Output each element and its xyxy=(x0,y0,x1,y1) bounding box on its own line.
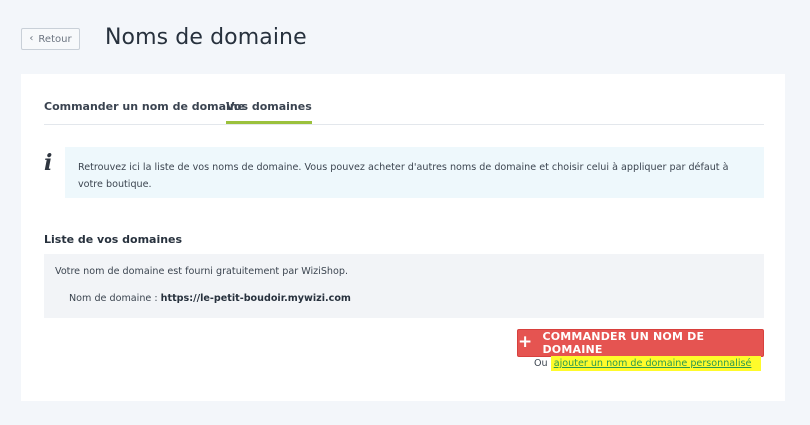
tab-bar: Commander un nom de domaine Vos domaines xyxy=(44,100,764,125)
add-custom-domain-link[interactable]: ajouter un nom de domaine personnalisé xyxy=(550,356,762,371)
custom-domain-line: Ou ajouter un nom de domaine personnalis… xyxy=(534,356,762,371)
or-text: Ou xyxy=(534,358,548,369)
chevron-left-icon: ‹ xyxy=(29,33,34,44)
info-message: Retrouvez ici la liste de vos noms de do… xyxy=(65,147,764,198)
domains-card: Commander un nom de domaine Vos domaines… xyxy=(21,74,785,401)
order-domain-button[interactable]: + COMMANDER UN NOM DE DOMAINE xyxy=(517,329,764,357)
domain-value: https://le-petit-boudoir.mywizi.com xyxy=(160,293,351,304)
tab-order-domain[interactable]: Commander un nom de domaine xyxy=(44,100,245,113)
order-domain-button-label: COMMANDER UN NOM DE DOMAINE xyxy=(542,330,705,356)
domain-item: Nom de domaine : https://le-petit-boudoi… xyxy=(69,293,351,304)
domain-label: Nom de domaine : xyxy=(69,293,158,304)
tab-my-domains[interactable]: Vos domaines xyxy=(226,100,312,124)
back-button[interactable]: ‹ Retour xyxy=(21,28,80,50)
domain-note: Votre nom de domaine est fourni gratuite… xyxy=(55,266,349,277)
domain-list: Votre nom de domaine est fourni gratuite… xyxy=(44,254,764,318)
back-button-label: Retour xyxy=(38,33,72,45)
page-title: Noms de domaine xyxy=(105,25,307,50)
plus-icon: + xyxy=(518,331,533,352)
info-icon: i xyxy=(44,150,53,176)
section-title: Liste de vos domaines xyxy=(44,233,183,246)
